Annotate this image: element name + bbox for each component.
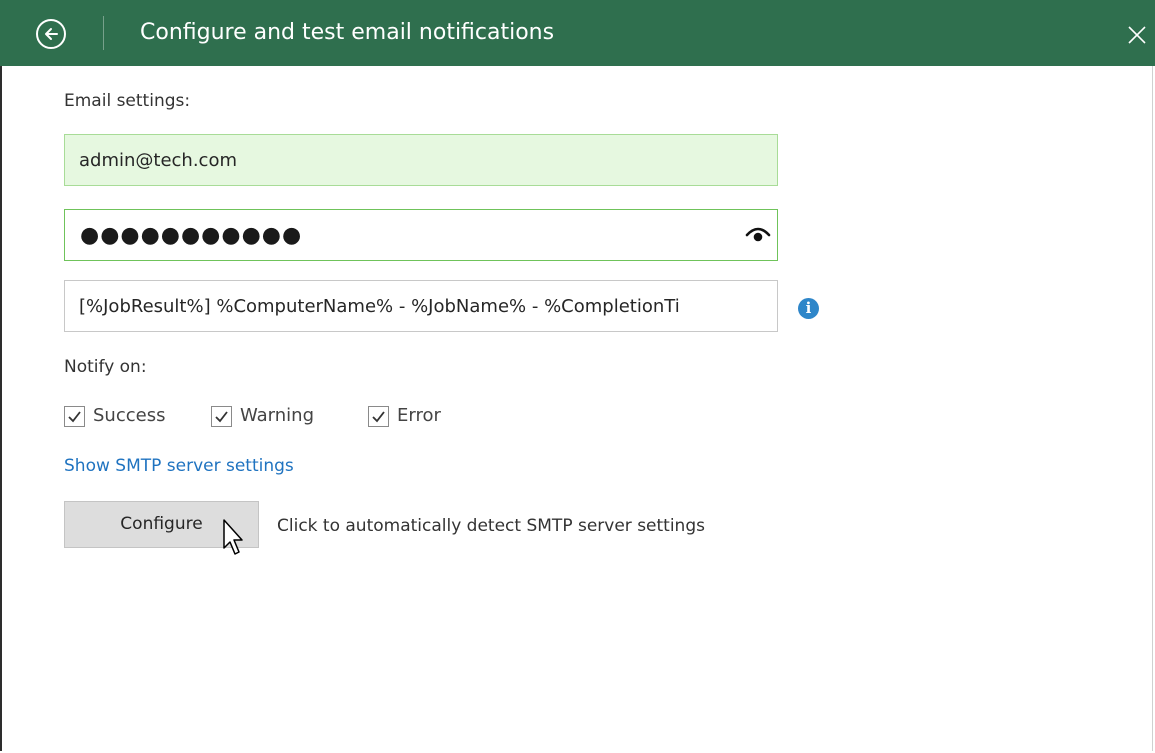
subject-field[interactable]	[65, 281, 777, 331]
window-title: Configure and test email notifications	[140, 20, 555, 45]
error-label: Error	[397, 405, 441, 426]
mouse-cursor-icon	[223, 519, 243, 555]
success-label: Success	[93, 405, 166, 426]
checkmark-icon	[215, 411, 228, 423]
close-button[interactable]	[1126, 24, 1148, 46]
password-field-container[interactable]: ●●●●●●●●●●●	[64, 209, 778, 261]
warning-label: Warning	[240, 405, 315, 426]
password-field[interactable]: ●●●●●●●●●●●	[80, 223, 302, 248]
window-frame	[0, 0, 1153, 751]
email-field[interactable]	[65, 135, 777, 185]
info-icon[interactable]: i	[798, 298, 819, 319]
checkmark-icon	[372, 411, 385, 423]
error-checkbox[interactable]: Error	[368, 405, 468, 429]
success-checkbox[interactable]: Success	[64, 405, 184, 429]
success-checkbox-box[interactable]	[64, 406, 85, 427]
warning-checkbox[interactable]: Warning	[211, 405, 341, 429]
eye-icon[interactable]	[744, 222, 772, 246]
checkmark-icon	[68, 411, 81, 423]
email-settings-label: Email settings:	[64, 91, 191, 111]
close-icon	[1128, 26, 1146, 44]
email-field-container	[64, 134, 778, 186]
back-arrow-icon	[45, 28, 58, 40]
title-bar: Configure and test email notifications	[0, 0, 1155, 66]
warning-checkbox-box[interactable]	[211, 406, 232, 427]
notify-on-label: Notify on:	[64, 357, 147, 377]
show-smtp-settings-link[interactable]: Show SMTP server settings	[64, 456, 294, 476]
configure-hint: Click to automatically detect SMTP serve…	[277, 516, 705, 536]
title-separator	[103, 16, 104, 50]
back-button[interactable]	[36, 19, 66, 49]
error-checkbox-box[interactable]	[368, 406, 389, 427]
subject-field-container	[64, 280, 778, 332]
